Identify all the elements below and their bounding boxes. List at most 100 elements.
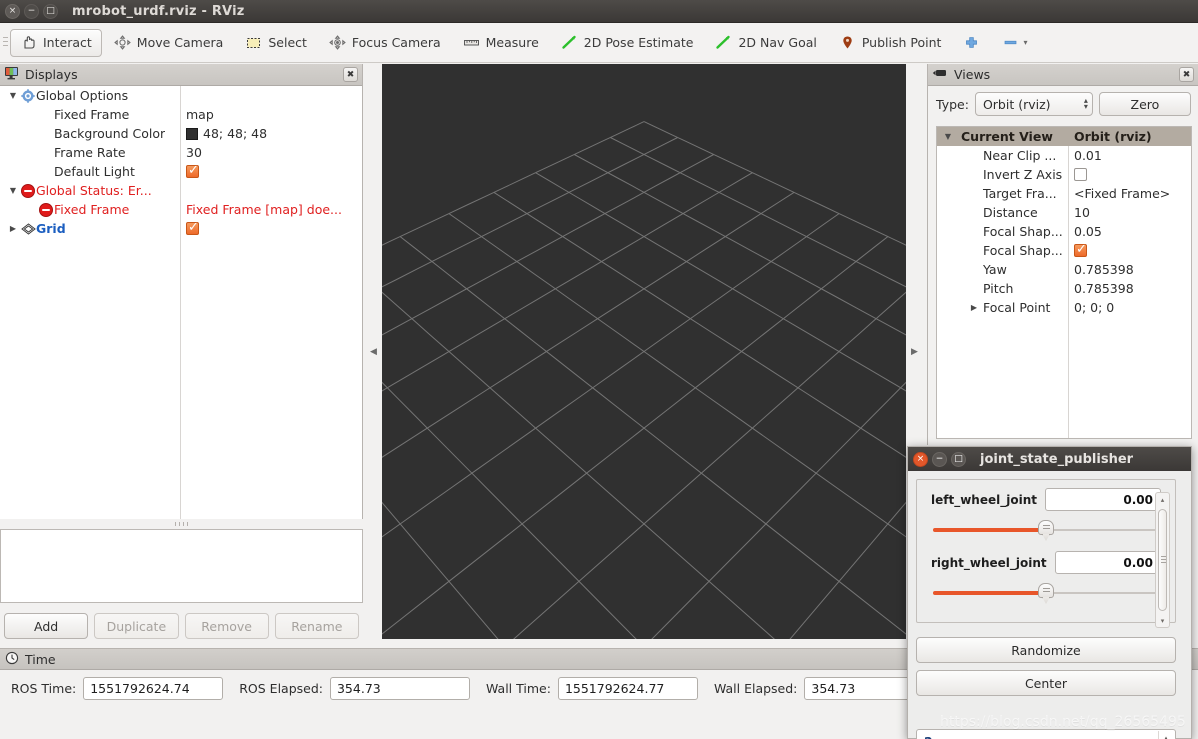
toolbar-button-add-tool[interactable] [953,29,990,57]
displays-tree[interactable]: ▼ Global Options Fixed Frame map Background … [0,86,362,519]
joint-slider[interactable] [931,580,1161,606]
views-tree-row[interactable]: Near Clip ... 0.01 [937,146,1191,165]
jsp-rate-spinbox[interactable]: 2 ▴▾ [916,729,1176,739]
views-property-tree[interactable]: ▼ Current View Orbit (rviz) Near Clip ... 0.… [936,126,1192,439]
views-tree-header-row[interactable]: ▼ Current View Orbit (rviz) [937,127,1191,146]
jsp-scrollbar[interactable]: ▴ ▾ [1155,492,1170,628]
toolbar-button-measure[interactable]: Measure [453,29,549,57]
views-tree-row[interactable]: Target Fra... <Fixed Frame> [937,184,1191,203]
display-tree-row[interactable]: ▶ Grid [0,219,362,238]
display-tree-row[interactable]: ▼ Global Options [0,86,362,105]
views-row-value[interactable] [1074,242,1087,257]
color-swatch[interactable] [186,127,198,140]
window-maximize-button[interactable]: □ [43,3,58,19]
close-icon[interactable]: ✖ [343,67,358,82]
duplicate-button[interactable]: Duplicate [94,613,179,639]
displays-panel-title: Displays [25,67,78,82]
display-tree-row[interactable]: Default Light [0,162,362,181]
display-tree-value[interactable]: 30 [186,145,202,160]
views-tree-row[interactable]: Focal Shap... [937,241,1191,260]
toolbar-button-interact[interactable]: Interact [10,28,102,57]
remove-button[interactable]: Remove [184,613,269,639]
toolbar-label-2d-nav-goal: 2D Nav Goal [738,35,817,50]
checkbox-checked[interactable] [186,163,199,178]
move-camera-icon [113,35,131,50]
jsp-close-button[interactable]: × [913,451,928,467]
toolbar-button-focus-camera[interactable]: Focus Camera [319,29,451,57]
views-tree-row[interactable]: ▶ Focal Point 0; 0; 0 [937,298,1191,317]
display-tree-value[interactable]: map [186,107,214,122]
slider-track-filled [933,528,1044,532]
ruler-icon [463,35,480,50]
display-tree-row[interactable]: ▼ Global Status: Er... [0,181,362,200]
display-tree-row[interactable]: Fixed Frame Fixed Frame [map] doe... [0,200,362,219]
center-button[interactable]: Center [916,670,1176,696]
checkbox-unchecked[interactable] [1074,168,1087,181]
views-row-label: Target Fra... [983,186,1057,201]
views-row-value[interactable] [1074,168,1087,181]
minimize-icon: − [27,5,36,16]
toolbar-overflow-chevron[interactable]: ▾ [1023,38,1027,47]
view-type-select[interactable]: Orbit (rviz) ▴ ▾ [974,92,1093,116]
slider-handle[interactable] [1038,520,1054,541]
toolbar-button-move-camera[interactable]: Move Camera [104,29,234,57]
expand-arrow-right-icon[interactable]: ▶ [6,224,20,233]
tree-icon-spacer [38,108,54,122]
window-close-button[interactable]: × [5,3,20,19]
checkbox-checked[interactable] [186,220,199,235]
views-tree-row[interactable]: Yaw 0.785398 [937,260,1191,279]
display-tree-row[interactable]: Fixed Frame map [0,105,362,124]
joint-value-input[interactable]: 0.00 [1054,551,1161,574]
display-tree-value[interactable]: Fixed Frame [map] doe... [186,202,342,217]
joint-slider[interactable] [931,517,1161,543]
display-tree-value[interactable] [186,163,199,178]
randomize-button[interactable]: Randomize [916,637,1176,663]
toolbar-button-remove-tool[interactable]: ▾ [992,29,1037,57]
scrollbar-thumb[interactable] [1158,509,1167,611]
time-field-input[interactable]: 1551792624.77 [557,677,698,700]
views-row-value: 0.05 [1074,224,1102,239]
display-tree-row[interactable]: Background Color 48; 48; 48 [0,124,362,143]
display-tree-value[interactable] [186,220,199,235]
expand-arrow-right-icon[interactable]: ▶ [967,303,981,312]
scroll-up-icon[interactable]: ▴ [1156,493,1169,506]
window-minimize-button[interactable]: − [24,3,39,19]
toolbar-drag-handle[interactable] [0,23,10,63]
slider-track-empty [1046,592,1159,594]
jsp-maximize-button[interactable]: □ [951,451,966,467]
3d-viewport[interactable] [382,64,906,639]
close-icon[interactable]: ✖ [1179,67,1194,82]
jsp-titlebar: × − □ joint_state_publisher [908,447,1191,471]
views-tree-row[interactable]: Pitch 0.785398 [937,279,1191,298]
add-button[interactable]: Add [4,613,89,639]
toolbar-button-2d-nav-goal[interactable]: 2D Nav Goal [705,29,826,57]
expand-arrow-down-icon[interactable]: ▼ [6,186,20,195]
expand-arrow-down-icon[interactable]: ▼ [941,132,955,141]
close-icon: × [916,454,925,464]
views-tree-row[interactable]: Distance 10 [937,203,1191,222]
zero-button[interactable]: Zero [1098,92,1191,116]
display-tree-row[interactable]: Frame Rate 30 [0,143,362,162]
display-value-text: 48; 48; 48 [203,126,268,141]
scroll-down-icon[interactable]: ▾ [1156,614,1169,627]
window-titlebar: × − □ mrobot_urdf.rviz - RViz [0,0,1198,23]
joint-value-input[interactable]: 0.00 [1044,488,1161,511]
display-tree-label: Global Options [36,88,129,103]
jsp-minimize-button[interactable]: − [932,451,947,467]
display-tree-value[interactable]: 48; 48; 48 [186,126,267,141]
collapse-left-arrow[interactable]: ◀ [365,64,382,639]
toolbar-button-2d-pose-estimate[interactable]: 2D Pose Estimate [551,29,704,57]
slider-handle[interactable] [1038,583,1054,604]
rename-button[interactable]: Rename [274,613,359,639]
time-field-input[interactable]: 1551792624.74 [83,677,224,700]
views-tree-row[interactable]: Focal Shap... 0.05 [937,222,1191,241]
views-row-label: Distance [983,205,1038,220]
toolbar-button-select[interactable]: Select [235,29,317,57]
time-field-input[interactable]: 354.73 [329,677,470,700]
views-tree-row[interactable]: Invert Z Axis [937,165,1191,184]
expand-arrow-down-icon[interactable]: ▼ [6,91,20,100]
spinner-arrows-icon[interactable]: ▴▾ [1158,731,1173,739]
toolbar-button-publish-point[interactable]: Publish Point [829,29,952,57]
checkbox-checked[interactable] [1074,242,1087,257]
displays-splitter[interactable] [0,519,363,529]
